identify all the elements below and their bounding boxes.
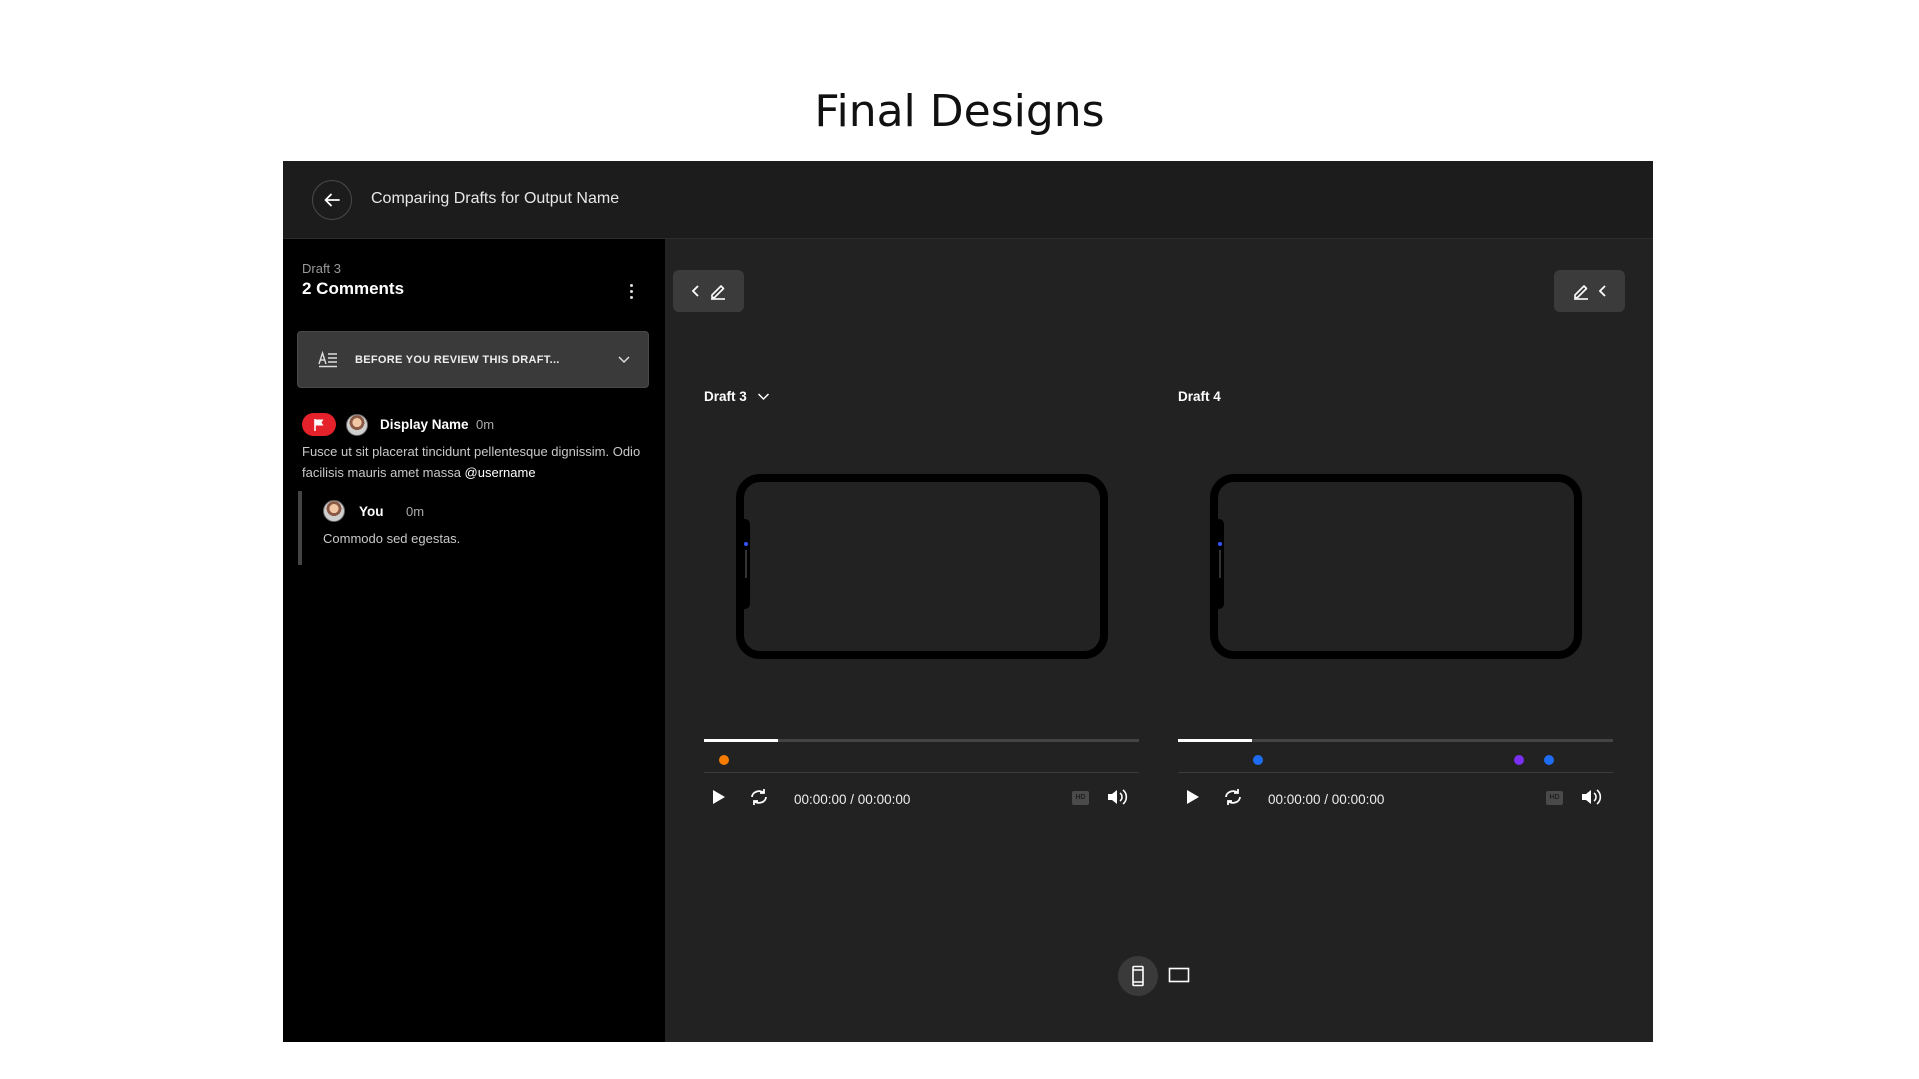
- compare-area: Draft 3 00:00:00 / 00:00:00 HD Draft 4 0…: [665, 239, 1653, 1042]
- comment-marker[interactable]: [1253, 755, 1264, 765]
- loop-icon: [751, 789, 767, 805]
- phone-preview: [736, 474, 1108, 659]
- comment-marker[interactable]: [1514, 755, 1525, 765]
- comment-time: 0m: [476, 417, 495, 432]
- hd-toggle[interactable]: HD: [1072, 791, 1089, 805]
- comments-count: 2 Comments: [302, 279, 405, 298]
- divider: [1178, 772, 1613, 773]
- progress-track[interactable]: [1178, 739, 1613, 742]
- chevron-left-icon: [1598, 285, 1606, 297]
- reply-body: Commodo sed egestas.: [323, 531, 461, 546]
- comment-marker[interactable]: [718, 755, 729, 765]
- comments-sidebar: Draft 3 2 Comments BEFORE YOU REVIEW THI…: [283, 239, 665, 1042]
- reply-item: You 0m Commodo sed egestas.: [298, 491, 638, 565]
- hd-toggle[interactable]: HD: [1546, 791, 1563, 805]
- landscape-view-button[interactable]: [1168, 967, 1190, 988]
- phone-preview: [1210, 474, 1582, 659]
- landscape-device-icon: [1168, 967, 1190, 983]
- review-notes-dropdown[interactable]: BEFORE YOU REVIEW THIS DRAFT...: [297, 331, 649, 388]
- loop-button[interactable]: [1222, 787, 1244, 807]
- progress-track[interactable]: [704, 739, 1139, 742]
- avatar: [323, 500, 345, 522]
- comment-body: Fusce ut sit placerat tincidunt pellente…: [302, 441, 662, 483]
- volume-icon: [1108, 789, 1128, 805]
- progress-fill: [704, 739, 778, 742]
- player-controls: 00:00:00 / 00:00:00 HD: [1178, 784, 1613, 814]
- left-annotate-toggle[interactable]: [673, 270, 744, 312]
- timecode: 00:00:00 / 00:00:00: [794, 792, 911, 807]
- chevron-down-icon: [757, 393, 769, 401]
- volume-icon: [1582, 789, 1602, 805]
- draft-title: Draft 3: [704, 389, 747, 404]
- top-bar: Comparing Drafts for Output Name: [283, 161, 1653, 239]
- divider: [704, 772, 1139, 773]
- portrait-view-button[interactable]: [1118, 956, 1158, 996]
- review-notes-label: BEFORE YOU REVIEW THIS DRAFT...: [355, 354, 560, 366]
- timecode: 00:00:00 / 00:00:00: [1268, 792, 1385, 807]
- comment-markers: [704, 755, 1139, 765]
- pencil-icon: [1573, 285, 1588, 300]
- play-icon: [1187, 790, 1199, 804]
- arrow-left-icon: [324, 193, 340, 207]
- volume-button[interactable]: [1106, 787, 1128, 807]
- loop-icon: [1225, 789, 1241, 805]
- loop-button[interactable]: [748, 787, 770, 807]
- portrait-device-icon: [1132, 965, 1144, 987]
- mention-link[interactable]: @username: [465, 465, 536, 480]
- flag-badge[interactable]: [302, 413, 336, 436]
- comment-author: Display Name: [380, 417, 469, 432]
- draft-panel-left: Draft 3 00:00:00 / 00:00:00 HD: [704, 389, 1139, 819]
- topbar-title: Comparing Drafts for Output Name: [371, 190, 620, 207]
- progress-fill: [1178, 739, 1252, 742]
- chevron-down-icon: [618, 356, 630, 364]
- page-title: Final Designs: [814, 86, 1105, 137]
- play-icon: [713, 790, 725, 804]
- comment-marker[interactable]: [1543, 755, 1554, 765]
- play-button[interactable]: [1182, 787, 1202, 807]
- reply-time: 0m: [406, 504, 425, 519]
- draft-label: Draft 3: [302, 261, 342, 276]
- reply-author: You: [359, 504, 384, 519]
- chevron-left-icon: [691, 285, 699, 297]
- back-button[interactable]: [312, 180, 352, 220]
- pencil-icon: [710, 285, 725, 300]
- more-options-icon[interactable]: [623, 279, 639, 303]
- avatar: [346, 414, 368, 436]
- draft-title: Draft 4: [1178, 389, 1221, 404]
- volume-button[interactable]: [1580, 787, 1602, 807]
- right-annotate-toggle[interactable]: [1554, 270, 1625, 312]
- flag-icon: [314, 418, 324, 431]
- play-button[interactable]: [708, 787, 728, 807]
- notes-icon: [318, 350, 337, 368]
- player-controls: 00:00:00 / 00:00:00 HD: [704, 784, 1139, 814]
- app-window: Comparing Drafts for Output Name Draft 3…: [283, 161, 1653, 1042]
- draft-panel-right: Draft 4 00:00:00 / 00:00:00 HD: [1178, 389, 1613, 819]
- draft-selector[interactable]: Draft 3: [704, 389, 770, 404]
- comment-markers: [1178, 755, 1613, 765]
- draft-title-wrap: Draft 4: [1178, 389, 1221, 404]
